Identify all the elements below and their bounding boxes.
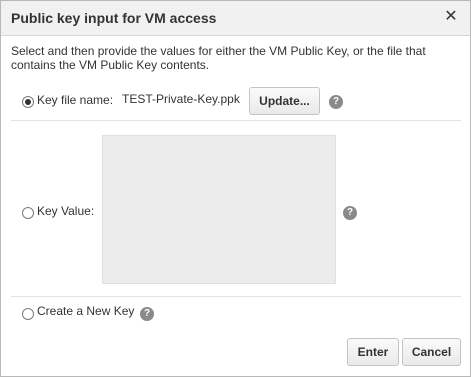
dialog-titlebar: Public key input for VM access ✕: [1, 1, 470, 36]
help-icon-key-value[interactable]: ?: [343, 206, 357, 220]
key-value-label: Key Value:: [37, 204, 95, 218]
radio-create-new-key[interactable]: [22, 308, 34, 320]
key-file-label: Key file name:: [37, 93, 114, 107]
divider-bottom: [11, 296, 461, 297]
key-file-name: TEST-Private-Key.ppk: [122, 92, 240, 106]
cancel-button[interactable]: Cancel: [402, 338, 461, 366]
help-icon-new-key[interactable]: ?: [140, 307, 154, 321]
dialog-description: Select and then provide the values for e…: [11, 44, 426, 72]
divider-top: [11, 120, 461, 121]
key-value-textarea[interactable]: [102, 135, 336, 284]
update-button[interactable]: Update...: [249, 87, 320, 115]
public-key-dialog: Public key input for VM access ✕ Select …: [0, 0, 471, 377]
close-icon[interactable]: ✕: [442, 7, 460, 27]
create-new-key-label: Create a New Key: [37, 304, 135, 318]
enter-button[interactable]: Enter: [347, 338, 399, 366]
dialog-title: Public key input for VM access: [11, 10, 217, 26]
help-icon-key-file[interactable]: ?: [329, 95, 343, 109]
radio-key-file[interactable]: [22, 96, 34, 108]
radio-key-value[interactable]: [22, 207, 34, 219]
